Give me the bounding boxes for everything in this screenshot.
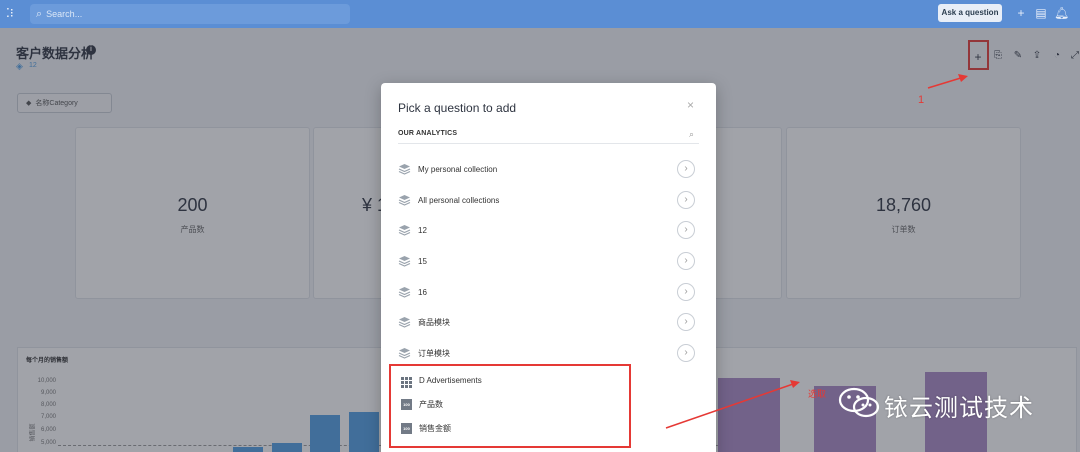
collection-label: My personal collection (418, 164, 498, 174)
collection-label: 16 (418, 287, 427, 297)
chevron-right-icon[interactable]: › (677, 252, 695, 270)
collection-label: 15 (418, 256, 427, 266)
annotation-highlight-box (389, 364, 631, 448)
chevron-right-icon[interactable]: › (677, 160, 695, 178)
plus-icon[interactable]: + (1014, 6, 1028, 20)
watermark-text: 铱云测试技术 (884, 394, 1034, 422)
chevron-right-icon[interactable]: › (677, 313, 695, 331)
collection-label: 12 (418, 225, 427, 235)
bell-icon[interactable]: 🔔︎ (1054, 6, 1069, 20)
top-nav-bar: ⁚⁝ ⌕ Search... Ask a question + ▤ 🔔︎ (0, 0, 1080, 28)
chevron-right-icon[interactable]: › (677, 283, 695, 301)
metabase-logo-icon[interactable]: ⁚⁝ (6, 6, 20, 20)
chevron-right-icon[interactable]: › (677, 191, 695, 209)
grid-icon[interactable]: ▤ (1034, 6, 1048, 20)
collection-stack-icon (398, 194, 411, 206)
list-item[interactable]: My personal collection › (398, 158, 699, 180)
list-item[interactable]: 16 › (398, 281, 699, 303)
wechat-logo-icon (838, 387, 880, 418)
divider (398, 143, 699, 144)
search-placeholder: Search... (46, 9, 83, 19)
list-item[interactable]: 12 › (398, 219, 699, 241)
step-number-label: 1 (918, 94, 925, 106)
list-item[interactable]: All personal collections › (398, 189, 699, 211)
ask-question-button[interactable]: Ask a question (938, 4, 1002, 22)
collection-stack-icon (398, 347, 411, 359)
collection-label: 商品模块 (418, 317, 450, 327)
chevron-right-icon[interactable]: › (677, 221, 695, 239)
search-icon[interactable]: ⌕ (689, 129, 694, 140)
breadcrumb[interactable]: OUR ANALYTICS (398, 130, 457, 137)
modal-title: Pick a question to add (398, 101, 517, 115)
search-input[interactable]: ⌕ Search... (30, 4, 350, 24)
collection-label: All personal collections (418, 195, 500, 205)
collection-stack-icon (398, 163, 411, 175)
collection-stack-icon (398, 316, 411, 328)
search-icon: ⌕ (36, 7, 43, 20)
collection-label: 订单模块 (418, 348, 450, 358)
close-icon[interactable]: × (687, 98, 694, 112)
list-item[interactable]: 15 › (398, 250, 699, 272)
collection-stack-icon (398, 286, 411, 298)
annotation-text: 选取 (808, 389, 827, 399)
collection-stack-icon (398, 224, 411, 236)
list-item[interactable]: 订单模块 › (398, 342, 699, 364)
collection-stack-icon (398, 255, 411, 267)
chevron-right-icon[interactable]: › (677, 344, 695, 362)
list-item[interactable]: 商品模块 › (398, 311, 699, 333)
